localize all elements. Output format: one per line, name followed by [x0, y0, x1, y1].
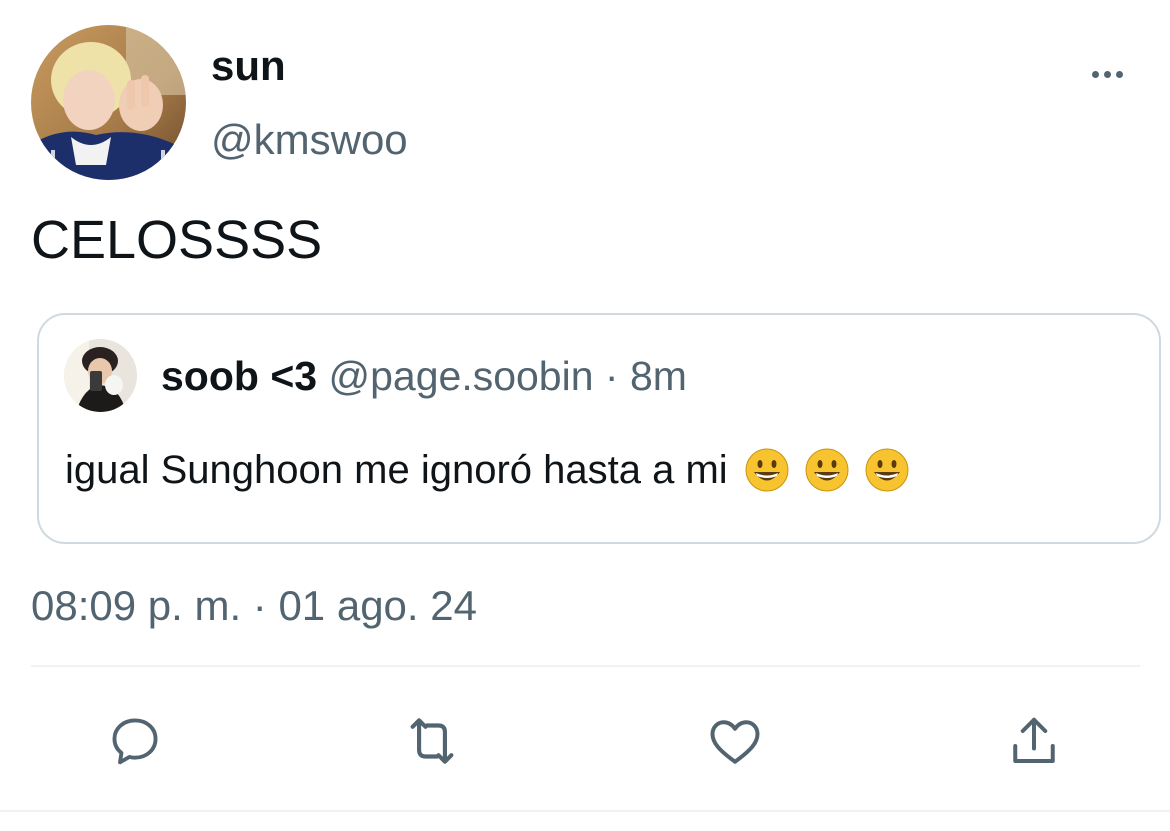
share-icon: [1013, 717, 1055, 763]
tweet-timestamp[interactable]: 08:09 p. m. · 01 ago. 24: [31, 580, 477, 632]
author-handle[interactable]: @kmswoo: [211, 114, 408, 166]
emoji-row: [744, 447, 910, 493]
grinning-face-icon: [745, 448, 789, 492]
like-icon: [710, 720, 760, 764]
tweet-detail: sun @kmswoo CELOSSSS soob <3 @page.soobi…: [0, 0, 1170, 831]
more-options-icon-dot: [1115, 70, 1123, 78]
retweet-icon: [410, 718, 454, 764]
reply-icon: [112, 718, 158, 765]
quoted-author-avatar-image: [64, 339, 137, 412]
author-avatar[interactable]: [31, 25, 186, 180]
bottom-divider: [0, 810, 1170, 812]
author-avatar-image: [31, 25, 186, 180]
more-options-icon: [1091, 70, 1099, 78]
quoted-tweet-header: soob <3 @page.soobin · 8m: [161, 351, 687, 401]
reply-button[interactable]: [104, 710, 166, 772]
quoted-tweet-meta: @page.soobin · 8m: [328, 353, 687, 399]
like-button[interactable]: [704, 710, 766, 772]
quoted-author-display-name[interactable]: soob <3: [161, 353, 317, 399]
grinning-face-icon: [805, 448, 849, 492]
quoted-tweet-text: igual Sunghoon me ignoró hasta a mi: [65, 448, 728, 492]
share-button[interactable]: [1003, 710, 1065, 772]
grinning-face-icon: [865, 448, 909, 492]
divider: [31, 665, 1140, 667]
more-options-button[interactable]: [1080, 56, 1134, 92]
author-display-name[interactable]: sun: [211, 40, 286, 92]
quoted-tweet-text-row: igual Sunghoon me ignoró hasta a mi: [65, 443, 910, 497]
quoted-tweet-card[interactable]: soob <3 @page.soobin · 8m igual Sunghoon…: [37, 313, 1161, 544]
retweet-button[interactable]: [401, 710, 463, 772]
tweet-text: CELOSSSS: [31, 210, 323, 270]
more-options-icon-dot: [1103, 70, 1111, 78]
quoted-author-avatar[interactable]: [64, 339, 137, 412]
